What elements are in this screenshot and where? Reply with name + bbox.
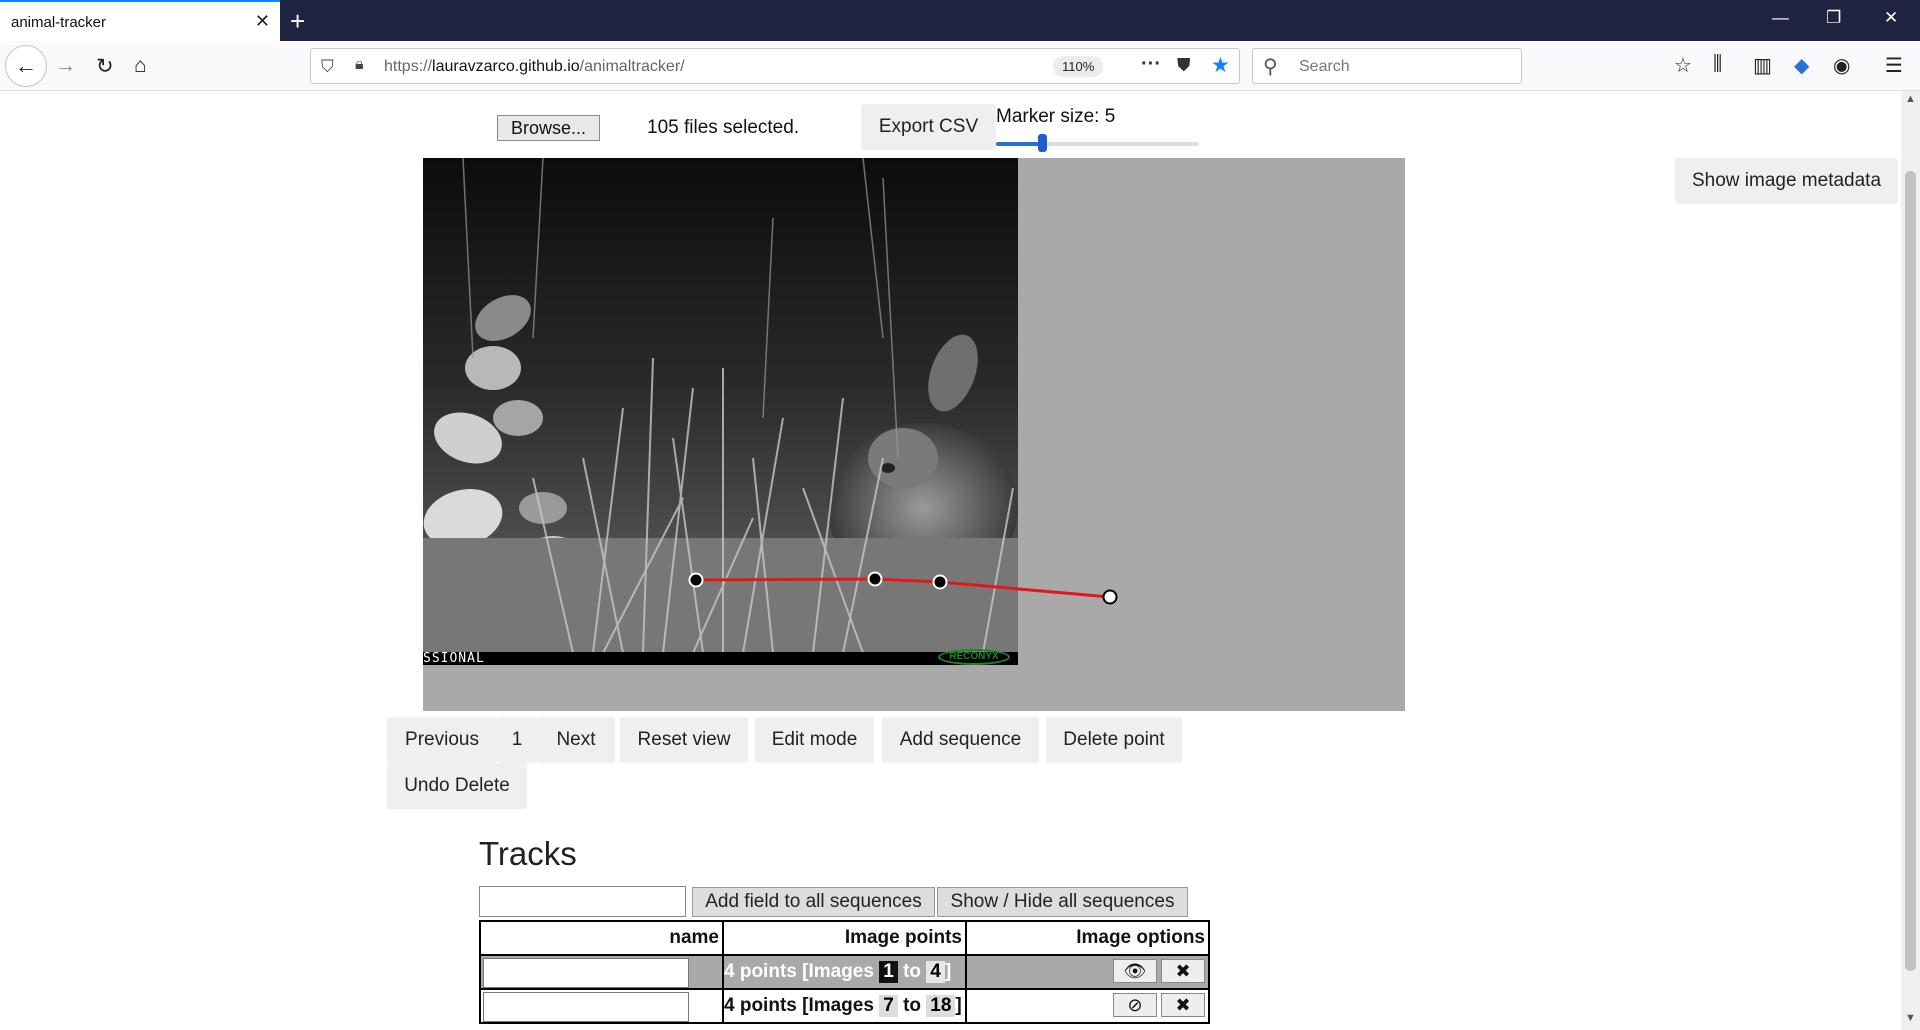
column-header-options: Image options — [965, 920, 1210, 956]
undo-delete-button[interactable]: Undo Delete — [387, 763, 527, 809]
marker-size-label: Marker size: 5 — [996, 106, 1116, 127]
table-row[interactable]: 4 points [Images 7 to 18] ⊘ ✖ — [479, 988, 1210, 1024]
reset-view-button[interactable]: Reset view — [620, 717, 748, 763]
track-point-4 — [1102, 589, 1118, 605]
field-name-input[interactable] — [479, 886, 686, 917]
reading-list-icon[interactable]: ☆ — [1674, 53, 1692, 78]
tracks-table: name Image points Image options 4 points… — [479, 920, 1210, 1024]
scroll-up-icon[interactable]: ▲ — [1905, 93, 1916, 105]
sidebar-icon[interactable]: ▥ — [1753, 53, 1772, 78]
add-field-button[interactable]: Add field to all sequences — [692, 887, 935, 917]
menu-icon[interactable]: ☰ — [1885, 53, 1903, 78]
next-button[interactable]: Next — [537, 717, 615, 763]
track-overlay[interactable] — [423, 158, 1405, 711]
marker-size-slider[interactable] — [996, 142, 1199, 146]
scroll-down-icon[interactable]: ▼ — [1905, 1012, 1916, 1024]
restore-icon[interactable]: ❐ — [1826, 8, 1841, 28]
delete-sequence-icon[interactable]: ✖ — [1161, 959, 1205, 983]
export-csv-button[interactable]: Export CSV — [861, 104, 996, 150]
sequence-name-input[interactable] — [483, 958, 689, 988]
points-cell: 4 points [Images 7 to 18] — [722, 988, 967, 1024]
table-header-row: name Image points Image options — [479, 920, 1210, 956]
marker-slider-thumb[interactable] — [1038, 134, 1047, 152]
tab-bar: animal-tracker ✕ + — ❐ ✕ — [0, 0, 1920, 41]
nav-bar: ← → ↻ ⌂ ⛉ 🔒︎ https://lauravzarco.github.… — [0, 41, 1920, 91]
pocket-icon[interactable]: ⛊ — [1177, 55, 1191, 76]
image-viewer[interactable]: SSIONAL RECONYX — [423, 158, 1405, 711]
tab-title: animal-tracker — [11, 14, 107, 31]
show-hide-all-button[interactable]: Show / Hide all sequences — [937, 887, 1188, 917]
delete-point-button[interactable]: Delete point — [1046, 717, 1182, 763]
shield-icon[interactable]: ⛉ — [321, 57, 334, 77]
account-icon[interactable]: ◉ — [1833, 53, 1850, 78]
track-point-3 — [932, 574, 948, 590]
page-actions-icon[interactable]: ··· — [1141, 53, 1161, 76]
active-tab[interactable]: animal-tracker ✕ — [0, 0, 280, 41]
image-from[interactable]: 1 — [879, 961, 898, 983]
search-icon: ⚲ — [1263, 56, 1278, 78]
minimize-icon[interactable]: — — [1772, 8, 1789, 28]
add-sequence-button[interactable]: Add sequence — [882, 717, 1039, 763]
url-bar[interactable]: ⛉ 🔒︎ https://lauravzarco.github.io/anima… — [310, 48, 1240, 84]
close-bracket: ] — [955, 995, 962, 1016]
tab-close-icon[interactable]: ✕ — [255, 11, 270, 32]
options-cell: 👁︎ ✖ — [965, 954, 1210, 990]
track-point-1 — [688, 572, 704, 588]
image-to[interactable]: 4 — [926, 961, 945, 983]
points-cell: 4 points [Images 1 to 4] — [722, 954, 967, 990]
track-line — [695, 577, 1111, 599]
delete-sequence-icon[interactable]: ✖ — [1161, 993, 1205, 1017]
files-selected-text: 105 files selected. — [647, 117, 800, 138]
bookmark-star-icon[interactable]: ★ — [1211, 53, 1230, 78]
eye-icon[interactable]: 👁︎ — [1113, 959, 1157, 983]
search-bar[interactable]: ⚲ Search — [1252, 48, 1522, 84]
library-icon[interactable]: ⫼ — [1713, 53, 1722, 76]
table-row[interactable]: 4 points [Images 1 to 4] 👁︎ ✖ — [479, 954, 1210, 990]
slider-fill — [996, 142, 1039, 146]
zoom-badge[interactable]: 110% — [1053, 56, 1104, 77]
name-cell — [479, 954, 724, 990]
image-from[interactable]: 7 — [879, 995, 898, 1017]
extension-icon[interactable]: ◆ — [1794, 53, 1809, 78]
browse-button[interactable]: Browse... — [497, 115, 600, 141]
to-text: to — [903, 995, 921, 1016]
vertical-scrollbar[interactable]: ▲ ▼ — [1901, 91, 1920, 1030]
column-header-points: Image points — [722, 920, 967, 956]
page-number: 1 — [497, 717, 537, 763]
window-close-icon[interactable]: ✕ — [1884, 8, 1898, 28]
points-text: 4 points [Images — [724, 995, 874, 1016]
lock-icon[interactable]: 🔒︎ — [355, 56, 364, 74]
show-metadata-button[interactable]: Show image metadata — [1675, 158, 1898, 204]
track-point-2 — [867, 571, 883, 587]
reload-icon[interactable]: ↻ — [96, 54, 114, 79]
image-to[interactable]: 18 — [926, 995, 956, 1017]
options-cell: ⊘ ✖ — [965, 988, 1210, 1024]
points-text: 4 points [Images — [724, 961, 874, 982]
back-icon[interactable]: ← — [5, 45, 47, 87]
eye-hidden-icon[interactable]: ⊘ — [1113, 993, 1157, 1017]
edit-mode-button[interactable]: Edit mode — [755, 717, 874, 763]
forward-icon[interactable]: → — [55, 54, 76, 78]
scrollbar-thumb[interactable] — [1905, 171, 1916, 971]
url-text[interactable]: https://lauravzarco.github.io/animaltrac… — [384, 58, 685, 76]
name-cell — [479, 988, 724, 1024]
new-tab-icon[interactable]: + — [290, 6, 305, 37]
search-placeholder: Search — [1299, 58, 1350, 75]
home-icon[interactable]: ⌂ — [134, 54, 147, 78]
to-text: to — [903, 961, 921, 982]
close-bracket: ] — [944, 961, 952, 982]
column-header-name: name — [479, 920, 724, 956]
sequence-name-input[interactable] — [483, 992, 689, 1022]
tracks-heading: Tracks — [479, 835, 577, 872]
previous-button[interactable]: Previous — [387, 717, 497, 763]
